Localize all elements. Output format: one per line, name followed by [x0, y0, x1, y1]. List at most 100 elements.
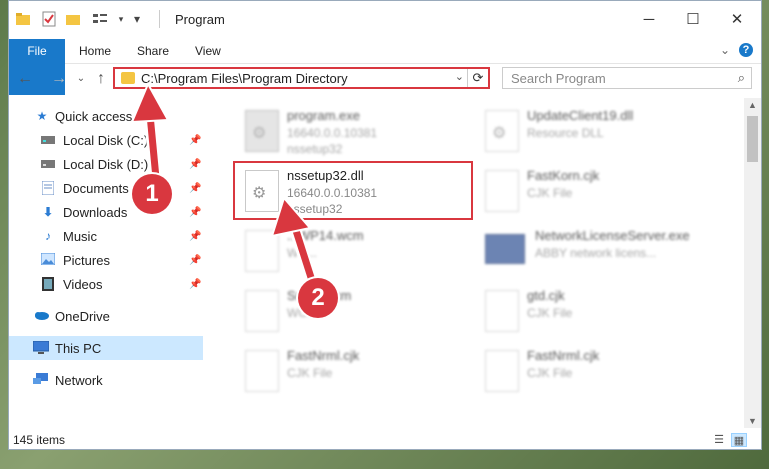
drive-icon	[41, 157, 55, 171]
sidebar-item-label: This PC	[55, 340, 102, 356]
file-detail: CJK File	[287, 366, 333, 380]
drive-icon	[41, 133, 55, 147]
computer-icon	[32, 340, 50, 355]
sidebar-item-label: Pictures	[63, 252, 110, 268]
file-item[interactable]: gtd.cjk CJK File	[481, 284, 721, 340]
file-name: FastNrml.cjk	[287, 348, 360, 363]
file-highlight-box	[233, 161, 473, 220]
up-button[interactable]: ↑	[91, 69, 111, 89]
file-name: ...WP14.wcm	[287, 228, 364, 243]
sidebar-item-pictures[interactable]: Pictures 📌	[9, 248, 203, 272]
address-bar[interactable]: C:\Program Files\Program Directory ⌄ ⟳	[113, 67, 490, 89]
sidebar-item-this-pc[interactable]: This PC	[9, 336, 203, 360]
pin-icon[interactable]: 📌	[189, 135, 201, 146]
sidebar-item-label: Documents	[63, 180, 129, 196]
pin-icon[interactable]: 📌	[189, 279, 201, 290]
file-detail: ABBY network licens...	[535, 246, 657, 260]
videos-icon	[41, 277, 55, 291]
folder-icon	[121, 72, 135, 84]
title-divider	[159, 10, 160, 28]
large-icons-view-icon[interactable]: ▦	[731, 433, 747, 447]
file-item[interactable]: ⚙ UpdateClient19.dll Resource DLL	[481, 104, 721, 160]
file-name: UpdateClient19.dll	[527, 108, 634, 123]
navigation-pane: ★ Quick access Local Disk (C:) 📌 Local D…	[9, 98, 205, 418]
navigation-bar: ← → ⌄ ↑ C:\Program Files\Program Directo…	[9, 64, 761, 94]
sidebar-item-local-disk-c[interactable]: Local Disk (C:) 📌	[9, 128, 203, 152]
search-input[interactable]: Search Program ⌕	[502, 67, 752, 89]
file-item[interactable]: ...WP14.wcm WC...	[241, 224, 481, 280]
star-icon: ★	[36, 109, 48, 123]
customize-toolbar-icon[interactable]: ▾	[129, 11, 145, 27]
file-item[interactable]: FastKorn.cjk CJK File	[481, 164, 721, 220]
sidebar-item-local-disk-d[interactable]: Local Disk (D:) 📌	[9, 152, 203, 176]
tab-home[interactable]: Home	[67, 39, 123, 63]
file-name: FastKorn.cjk	[527, 168, 600, 183]
sidebar-item-network[interactable]: Network	[9, 368, 203, 392]
minimize-button[interactable]: ─	[627, 5, 671, 33]
recent-locations-icon[interactable]: ⌄	[71, 69, 91, 89]
search-icon: ⌕	[737, 70, 745, 85]
sidebar-item-label: Network	[55, 372, 103, 388]
pin-icon[interactable]: 📌	[189, 183, 201, 194]
refresh-button[interactable]: ⟳	[467, 69, 488, 87]
scroll-thumb[interactable]	[747, 116, 758, 162]
pin-icon[interactable]: 📌	[189, 255, 201, 266]
file-item[interactable]: NetworkLicenseServer.exe ABBY network li…	[481, 224, 721, 280]
file-item[interactable]: Sn...6.wcm WC...	[241, 284, 481, 340]
file-item[interactable]: FastNrml.cjk CJK File	[241, 344, 481, 400]
documents-icon	[41, 180, 55, 196]
sidebar-item-label: Quick access	[55, 108, 133, 124]
window-title: Program	[175, 12, 225, 27]
file-detail: CJK File	[527, 366, 573, 380]
file-detail: CJK File	[527, 186, 573, 200]
help-icon[interactable]: ?	[739, 43, 753, 57]
pin-icon[interactable]: 📌	[189, 231, 201, 242]
close-button[interactable]: ✕	[715, 5, 759, 33]
vertical-scrollbar[interactable]: ▲ ▼	[744, 98, 761, 428]
sidebar-item-label: Local Disk (C:)	[63, 132, 149, 148]
exe-icon	[485, 234, 525, 264]
scroll-down-icon[interactable]: ▼	[744, 414, 761, 428]
sidebar-item-label: Videos	[63, 276, 103, 292]
pin-icon[interactable]: 📌	[189, 159, 201, 170]
tab-view[interactable]: View	[183, 39, 233, 63]
scroll-up-icon[interactable]: ▲	[744, 98, 761, 112]
sidebar-item-onedrive[interactable]: OneDrive	[9, 304, 203, 328]
file-name: FastNrml.cjk	[527, 348, 600, 363]
forward-button[interactable]: →	[49, 69, 69, 89]
sidebar-item-music[interactable]: ♪ Music 📌	[9, 224, 203, 248]
file-explorer-window: ▾ ▾ Program ─ ☐ ✕ File Home Share View ⌄…	[8, 0, 762, 450]
details-view-icon[interactable]: ☰	[711, 433, 727, 447]
network-icon	[33, 373, 48, 387]
new-folder-icon[interactable]	[65, 11, 81, 27]
pin-icon[interactable]: 📌	[189, 207, 201, 218]
sidebar-item-downloads[interactable]: ⬇ Downloads 📌	[9, 200, 203, 224]
chevron-down-icon[interactable]: ⌄	[455, 70, 464, 83]
file-item[interactable]: ⚙ program.exe 16640.0.0.10381 nssetup32	[241, 104, 481, 160]
sidebar-item-quick-access[interactable]: ★ Quick access	[9, 104, 203, 128]
back-button[interactable]: ←	[15, 69, 35, 89]
tab-share[interactable]: Share	[125, 39, 181, 63]
sidebar-item-label: Downloads	[63, 204, 128, 220]
expand-ribbon-icon[interactable]: ⌄	[717, 42, 733, 58]
sidebar-item-videos[interactable]: Videos 📌	[9, 272, 203, 296]
status-bar: 145 items ☰ ▦	[9, 429, 761, 449]
title-bar: ▾ ▾ Program ─ ☐ ✕	[9, 1, 761, 39]
sidebar-item-documents[interactable]: Documents 📌	[9, 176, 203, 200]
exe-icon: ⚙	[245, 110, 279, 152]
file-item[interactable]: FastNrml.cjk CJK File	[481, 344, 721, 400]
file-icon	[485, 350, 519, 392]
quick-access-dropdown-icon[interactable]: ▾	[113, 11, 129, 27]
pictures-icon	[40, 252, 56, 267]
cloud-icon	[33, 309, 49, 323]
download-icon: ⬇	[42, 205, 54, 219]
folder-icon	[15, 11, 31, 27]
step-2-badge: 2	[298, 278, 338, 318]
address-path: C:\Program Files\Program Directory	[141, 71, 348, 86]
maximize-button[interactable]: ☐	[671, 5, 715, 33]
file-name: program.exe	[287, 108, 360, 123]
sidebar-item-label: Music	[63, 228, 97, 244]
properties-icon[interactable]	[41, 11, 57, 27]
view-icon[interactable]	[89, 11, 111, 27]
file-icon	[245, 350, 279, 392]
